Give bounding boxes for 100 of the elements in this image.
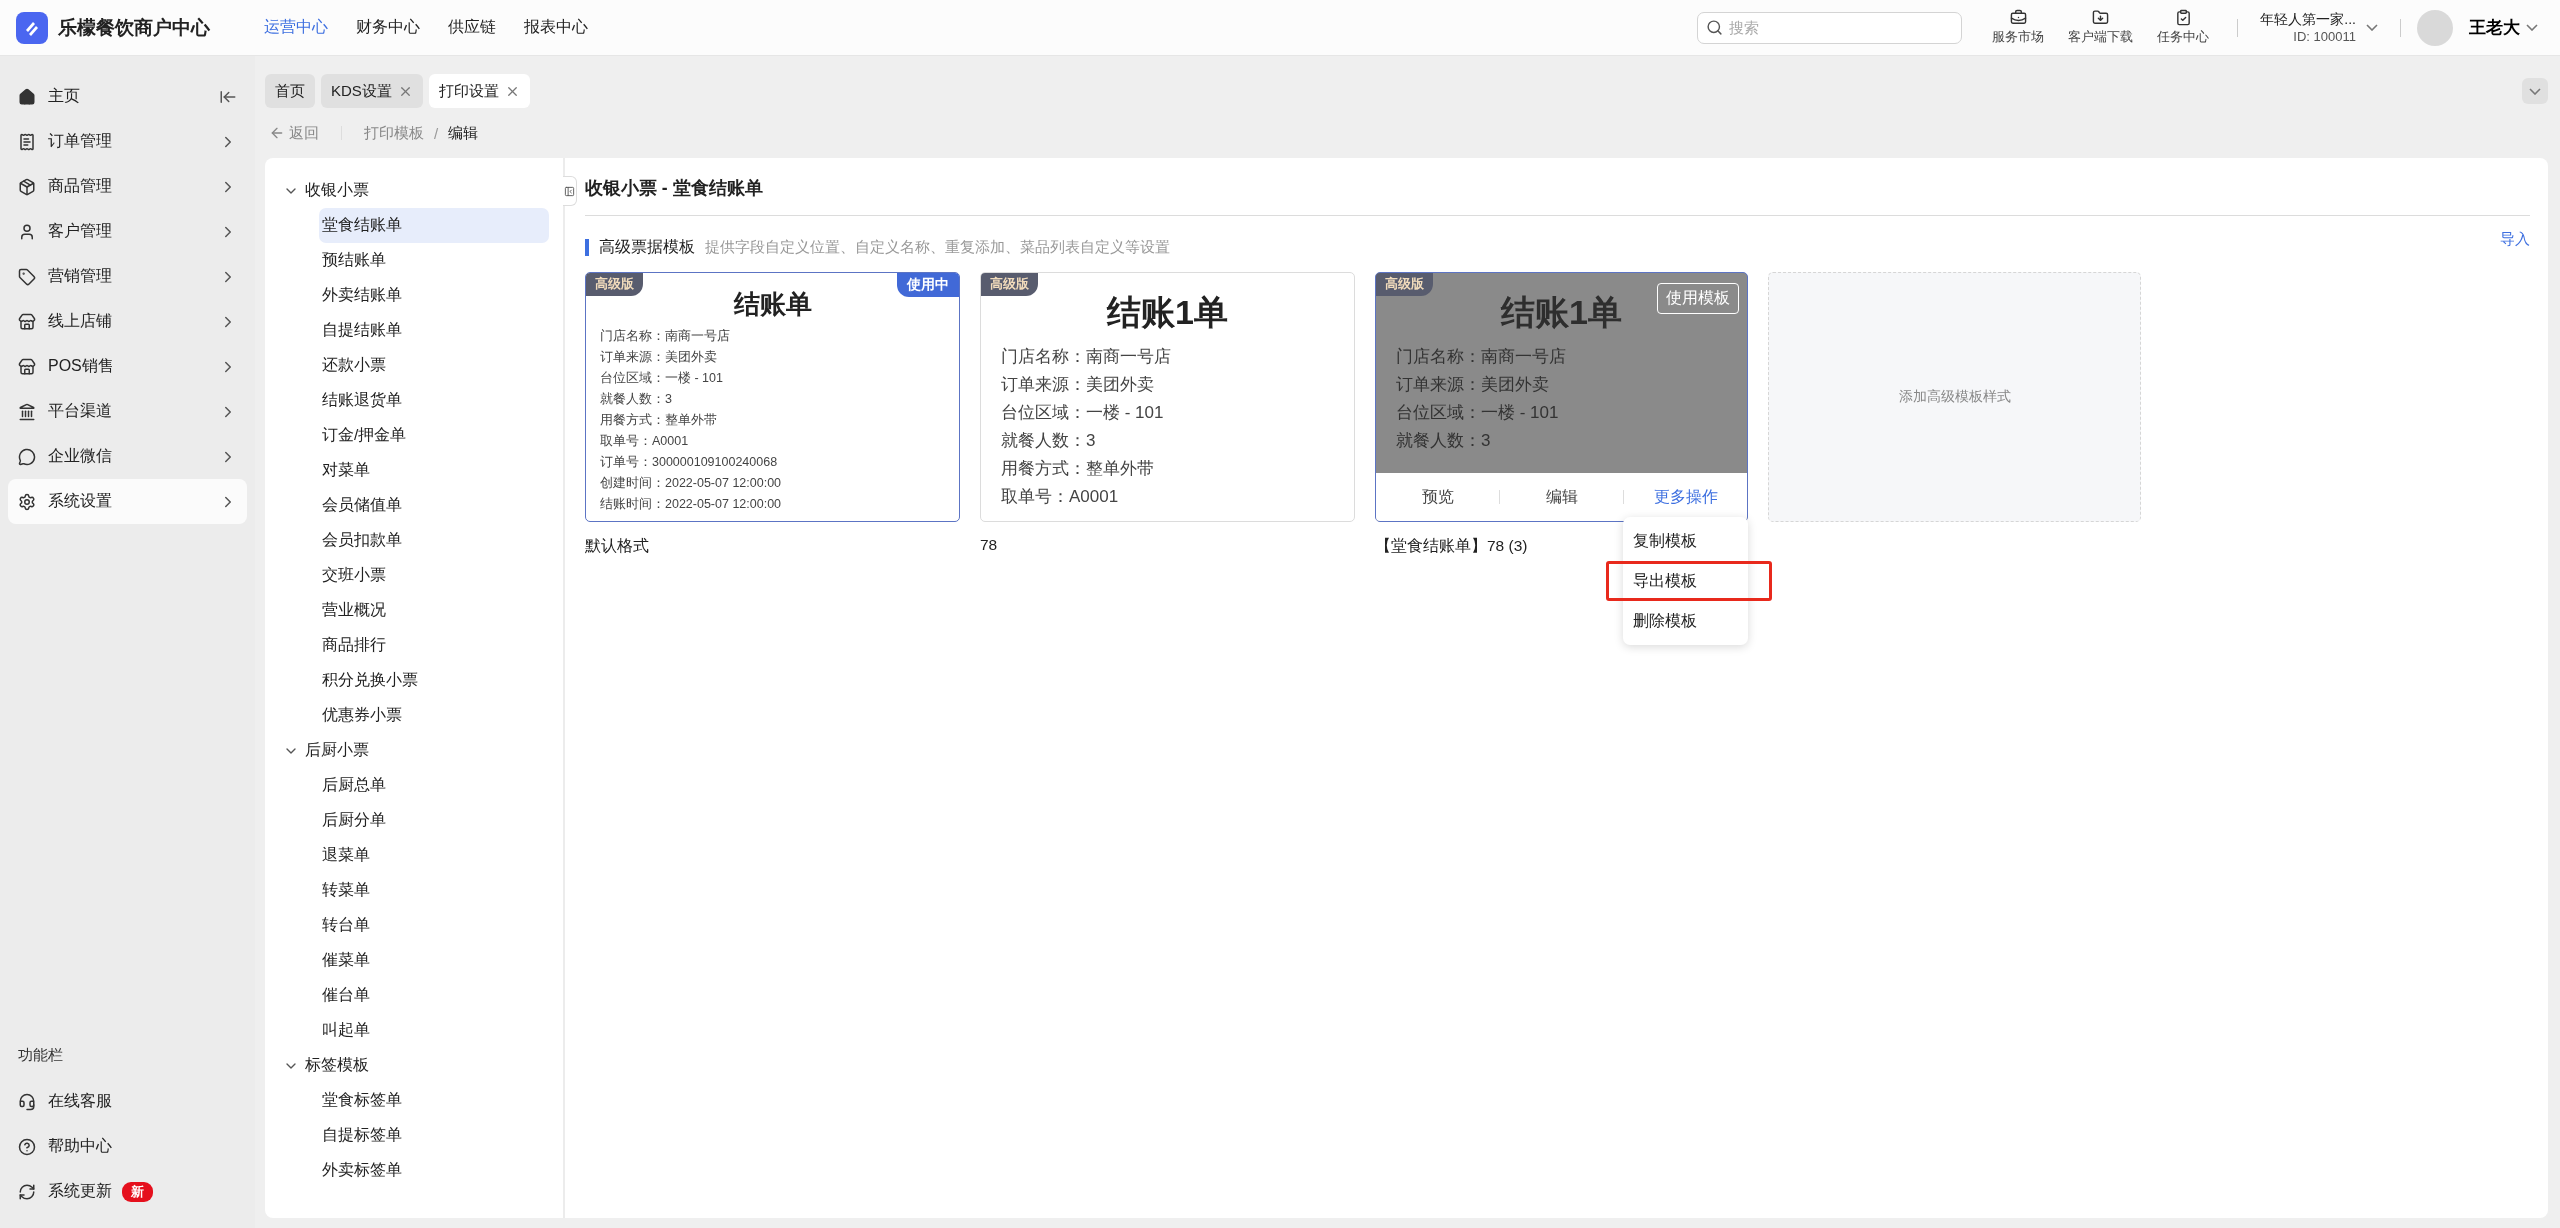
search-field[interactable]: 搜索 <box>1697 11 1963 44</box>
nav-item[interactable]: 运营中心 <box>264 17 328 38</box>
ticket-title: 结账单 <box>733 288 812 321</box>
tree-group-label: 后厨小票 <box>305 740 369 760</box>
tree-group[interactable]: 收银小票 <box>283 173 549 208</box>
nav-item[interactable]: 报表中心 <box>524 17 588 38</box>
tree-item[interactable]: 催菜单 <box>319 943 549 978</box>
tree-item[interactable]: 叫起单 <box>319 1013 549 1048</box>
nav-item[interactable]: 财务中心 <box>356 17 420 38</box>
tree-item[interactable]: 外卖标签单 <box>319 1153 549 1188</box>
menu-item[interactable]: 删除模板 <box>1623 601 1748 641</box>
sidebar-label: POS销售 <box>48 356 115 376</box>
ticket-field: 取单号：A0001 <box>1001 483 1354 511</box>
tabs-dropdown-button[interactable] <box>2522 78 2548 104</box>
ticket-field: 创建时间：2022-05-07 12:00:00 <box>600 473 959 494</box>
tree-item[interactable]: 后厨分单 <box>319 803 549 838</box>
sidebar-item[interactable]: 平台渠道 <box>8 389 247 434</box>
ticket-field: 结账时间：2022-05-07 12:00:00 <box>600 494 959 515</box>
tab-label: 打印设置 <box>438 81 499 101</box>
ticket-field: 门店名称：南商一号店 <box>1001 343 1354 371</box>
menu-item[interactable]: 导出模板 <box>1606 561 1772 601</box>
breadcrumb-item[interactable]: 编辑 <box>448 123 479 143</box>
settings-icon <box>18 492 36 511</box>
clipboard-check-icon <box>2174 9 2192 26</box>
tree-item[interactable]: 会员储值单 <box>319 488 549 523</box>
tree-item[interactable]: 堂食结账单 <box>319 208 549 243</box>
sidebar-item[interactable]: 商品管理 <box>8 164 247 209</box>
tree-item[interactable]: 还款小票 <box>319 348 549 383</box>
template-caption: 默认格式 <box>585 536 649 556</box>
ticket-field: 用餐方式：整单外带 <box>600 410 959 431</box>
card-action-button[interactable]: 编辑 <box>1500 485 1623 509</box>
sidebar-item[interactable]: 主页 <box>8 74 247 119</box>
user-menu[interactable]: 王老大 <box>2463 15 2544 40</box>
tree-item[interactable]: 自提标签单 <box>319 1118 549 1153</box>
tree-group[interactable]: 标签模板 <box>283 1048 549 1083</box>
tree-collapse-button[interactable] <box>563 176 577 206</box>
ticket-field: 订单号：300000109100240068 <box>600 452 959 473</box>
edition-badge: 高级版 <box>586 273 643 296</box>
tree-item[interactable]: 催台单 <box>319 978 549 1013</box>
tree-item[interactable]: 自提结账单 <box>319 313 549 348</box>
sidebar-item[interactable]: 在线客服 <box>8 1079 247 1124</box>
help-icon <box>18 1137 36 1156</box>
bank-icon <box>18 402 36 421</box>
toolbar-button[interactable]: 任务中心 <box>2145 9 2222 46</box>
import-link[interactable]: 导入 <box>2500 230 2530 249</box>
tree-item[interactable]: 交班小票 <box>319 558 549 593</box>
tree-item[interactable]: 营业概况 <box>319 593 549 628</box>
sidebar-item[interactable]: 企业微信 <box>8 434 247 479</box>
menu-item[interactable]: 复制模板 <box>1623 521 1748 561</box>
tree-item[interactable]: 转台单 <box>319 908 549 943</box>
toolbar-button[interactable]: 客户端下载 <box>2056 9 2146 46</box>
page-tab[interactable]: KDS设置 <box>321 74 423 108</box>
tree-item[interactable]: 优惠券小票 <box>319 698 549 733</box>
sidebar-label: 系统设置 <box>48 491 113 511</box>
tree-item[interactable]: 外卖结账单 <box>319 278 549 313</box>
chevron-down-icon <box>2526 24 2538 31</box>
sidebar-item[interactable]: 线上店铺 <box>8 299 247 344</box>
ticket-field: 就餐人数：3 <box>1001 427 1354 455</box>
page-tab[interactable]: 首页 <box>265 74 315 108</box>
tree-item[interactable]: 会员扣款单 <box>319 523 549 558</box>
ticket-field: 台位区域：一楼 - 101 <box>1396 399 1747 427</box>
card-action-button[interactable]: 预览 <box>1376 485 1499 509</box>
tree-item[interactable]: 预结账单 <box>319 243 549 278</box>
search-input[interactable]: 搜索 <box>1727 18 1928 37</box>
sidebar-item[interactable]: 帮助中心 <box>8 1124 247 1169</box>
chevron-down-icon <box>2529 87 2541 95</box>
sidebar-label: 线上店铺 <box>48 311 113 331</box>
page-tab[interactable]: 打印设置 <box>428 74 530 108</box>
sidebar-label: 订单管理 <box>48 131 113 151</box>
toolbar-button[interactable]: 服务市场 <box>1980 9 2057 46</box>
ticket-field: 用餐方式：整单外带 <box>1001 455 1354 483</box>
tree-item[interactable]: 商品排行 <box>319 628 549 663</box>
sidebar-item[interactable]: 客户管理 <box>8 209 247 254</box>
tab-label: 首页 <box>275 81 305 101</box>
sidebar-label: 主页 <box>48 86 81 106</box>
sidebar-item[interactable]: POS销售 <box>8 344 247 389</box>
sidebar-item[interactable]: 系统更新 新 <box>8 1169 247 1214</box>
home-icon <box>18 87 36 106</box>
nav-item[interactable]: 供应链 <box>448 17 496 38</box>
tree-item[interactable]: 退菜单 <box>319 838 549 873</box>
sidebar-label: 客户管理 <box>48 221 113 241</box>
tree-item[interactable]: 转菜单 <box>319 873 549 908</box>
ticket-field: 台位区域：一楼 - 101 <box>1001 399 1354 427</box>
sidebar-item[interactable]: 订单管理 <box>8 119 247 164</box>
headset-icon <box>18 1092 36 1111</box>
card-action-button[interactable]: 更多操作 <box>1624 485 1747 509</box>
tree-item[interactable]: 积分兑换小票 <box>319 663 549 698</box>
sidebar-item[interactable]: 系统设置 <box>8 479 247 524</box>
tree-item[interactable]: 订金/押金单 <box>319 418 549 453</box>
tree-item[interactable]: 对菜单 <box>319 453 549 488</box>
section-label: 功能栏 <box>17 1046 64 1065</box>
ticket-title: 结账1单 <box>1501 292 1622 333</box>
sidebar-item[interactable]: 营销管理 <box>8 254 247 299</box>
store-switcher[interactable]: 年轻人第一家... ID: 100011 <box>2254 10 2384 45</box>
ticket-field: 台位区域：一楼 - 101 <box>600 368 959 389</box>
tree-item[interactable]: 堂食标签单 <box>319 1083 549 1118</box>
tree-group[interactable]: 后厨小票 <box>283 733 549 768</box>
tab-label: KDS设置 <box>331 81 392 101</box>
tree-item[interactable]: 后厨总单 <box>319 768 549 803</box>
tree-item[interactable]: 结账退货单 <box>319 383 549 418</box>
